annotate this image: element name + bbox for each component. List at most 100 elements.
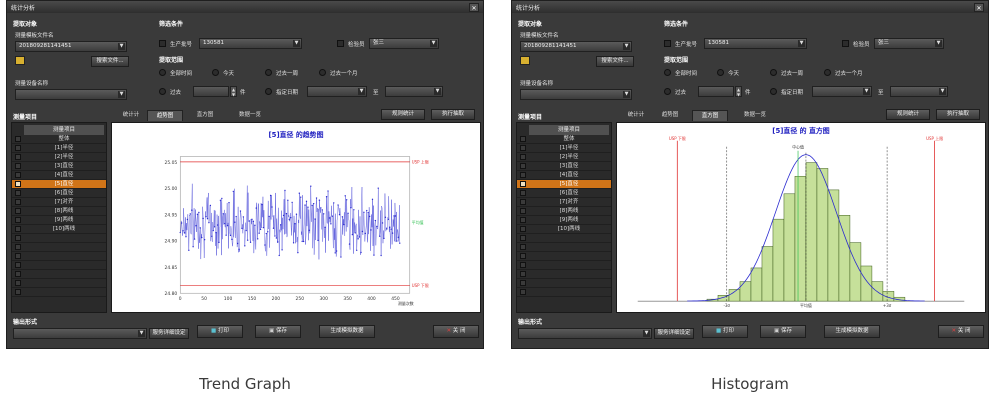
tab-2[interactable]: 直方图	[692, 110, 728, 121]
list-item[interactable]: [6]直径	[517, 189, 611, 198]
print-button[interactable]: ■ 打印	[197, 325, 243, 338]
item-checkbox[interactable]	[15, 190, 21, 196]
rule-stats-button[interactable]: 规则统计	[886, 109, 930, 120]
range-radio-past[interactable]	[159, 88, 166, 95]
item-checkbox[interactable]	[15, 217, 21, 223]
item-checkbox[interactable]	[520, 217, 526, 223]
item-checkbox[interactable]	[15, 199, 21, 205]
list-item[interactable]: [2]半径	[517, 153, 611, 162]
date-from-combo[interactable]: ▼	[812, 86, 872, 97]
close-button[interactable]: ✕ 关 闭	[938, 325, 984, 338]
list-item[interactable]: [4]直径	[517, 171, 611, 180]
list-item[interactable]: [5]直径	[12, 180, 106, 189]
close-button[interactable]: ✕ 关 闭	[433, 325, 479, 338]
list-item[interactable]: [4]直径	[12, 171, 106, 180]
item-checkbox[interactable]	[15, 145, 21, 151]
range-radio-2[interactable]	[265, 69, 272, 76]
device-combo[interactable]: ▼	[520, 89, 632, 100]
item-checkbox[interactable]	[520, 190, 526, 196]
range-radio-past[interactable]	[664, 88, 671, 95]
item-checkbox[interactable]	[15, 136, 21, 142]
stepper-icon[interactable]: ▲ ▼	[735, 86, 742, 97]
list-item[interactable]: [7]对齐	[517, 198, 611, 207]
list-item[interactable]: [10]两线	[12, 225, 106, 234]
output-combo[interactable]: ▼	[13, 328, 147, 339]
service-settings-button[interactable]: 服务详细设定	[654, 328, 694, 339]
folder-icon[interactable]	[15, 56, 25, 65]
item-checkbox[interactable]	[520, 199, 526, 205]
tab-2[interactable]: 直方图	[187, 110, 223, 121]
generate-data-button[interactable]: 生成模拟数据	[824, 325, 880, 338]
service-settings-button[interactable]: 服务详细设定	[149, 328, 189, 339]
date-from-combo[interactable]: ▼	[307, 86, 367, 97]
item-checkbox[interactable]	[520, 145, 526, 151]
list-item[interactable]: [8]两线	[12, 207, 106, 216]
list-item[interactable]: [2]半径	[12, 153, 106, 162]
tab-3[interactable]: 数据一览	[229, 110, 271, 121]
range-radio-0[interactable]	[159, 69, 166, 76]
window-close-icon[interactable]: ✕	[974, 2, 984, 12]
range-radio-3[interactable]	[319, 69, 326, 76]
save-button[interactable]: ▣ 保存	[760, 325, 806, 338]
list-item[interactable]: [9]两线	[12, 216, 106, 225]
production-no-checkbox[interactable]	[664, 40, 671, 47]
inspector-checkbox[interactable]	[337, 40, 344, 47]
item-checkbox[interactable]	[15, 172, 21, 178]
item-checkbox[interactable]	[520, 208, 526, 214]
print-button[interactable]: ■ 打印	[702, 325, 748, 338]
list-item[interactable]: [10]两线	[517, 225, 611, 234]
tab-0[interactable]: 统计计	[113, 110, 149, 121]
item-checkbox[interactable]	[15, 163, 21, 169]
range-radio-1[interactable]	[212, 69, 219, 76]
item-checkbox[interactable]	[520, 181, 526, 187]
range-radio-0[interactable]	[664, 69, 671, 76]
list-item[interactable]: [7]对齐	[12, 198, 106, 207]
list-item[interactable]: [6]直径	[12, 189, 106, 198]
production-no-combo[interactable]: 130581 ▼	[704, 38, 807, 49]
item-checkbox[interactable]	[520, 226, 526, 232]
list-item[interactable]: [5]直径	[517, 180, 611, 189]
inspector-combo[interactable]: 张三 ▼	[369, 38, 439, 49]
search-file-button[interactable]: 搜索文件...	[91, 56, 129, 67]
execute-button[interactable]: 执行抽取	[936, 109, 980, 120]
rule-stats-button[interactable]: 规则统计	[381, 109, 425, 120]
template-combo[interactable]: 20180928114145​1 ▼	[15, 41, 127, 52]
date-to-combo[interactable]: ▼	[385, 86, 443, 97]
list-item[interactable]: [9]两线	[517, 216, 611, 225]
past-count-input[interactable]	[193, 86, 229, 97]
item-checkbox[interactable]	[15, 226, 21, 232]
inspector-combo[interactable]: 张三 ▼	[874, 38, 944, 49]
list-item[interactable]: 整体	[517, 135, 611, 144]
date-to-combo[interactable]: ▼	[890, 86, 948, 97]
item-checkbox[interactable]	[520, 136, 526, 142]
tab-1[interactable]: 趋势图	[652, 110, 688, 121]
template-combo[interactable]: 20180928114145​1 ▼	[520, 41, 632, 52]
folder-icon[interactable]	[520, 56, 530, 65]
device-combo[interactable]: ▼	[15, 89, 127, 100]
item-checkbox[interactable]	[520, 172, 526, 178]
window-close-icon[interactable]: ✕	[469, 2, 479, 12]
execute-button[interactable]: 执行抽取	[431, 109, 475, 120]
stepper-icon[interactable]: ▲ ▼	[230, 86, 237, 97]
list-item[interactable]: [1]半径	[12, 144, 106, 153]
list-item[interactable]: [3]直径	[517, 162, 611, 171]
save-button[interactable]: ▣ 保存	[255, 325, 301, 338]
range-radio-1[interactable]	[717, 69, 724, 76]
production-no-checkbox[interactable]	[159, 40, 166, 47]
item-checkbox[interactable]	[520, 163, 526, 169]
item-checkbox[interactable]	[520, 154, 526, 160]
list-item[interactable]: [8]两线	[517, 207, 611, 216]
item-checkbox[interactable]	[15, 181, 21, 187]
tab-1[interactable]: 趋势图	[147, 110, 183, 121]
tab-0[interactable]: 统计计	[618, 110, 654, 121]
list-item[interactable]: [1]半径	[517, 144, 611, 153]
item-checkbox[interactable]	[15, 154, 21, 160]
item-checkbox[interactable]	[15, 208, 21, 214]
search-file-button[interactable]: 搜索文件...	[596, 56, 634, 67]
range-radio-2[interactable]	[770, 69, 777, 76]
range-radio-3[interactable]	[824, 69, 831, 76]
generate-data-button[interactable]: 生成模拟数据	[319, 325, 375, 338]
inspector-checkbox[interactable]	[842, 40, 849, 47]
range-radio-date[interactable]	[265, 88, 272, 95]
list-item[interactable]: [3]直径	[12, 162, 106, 171]
